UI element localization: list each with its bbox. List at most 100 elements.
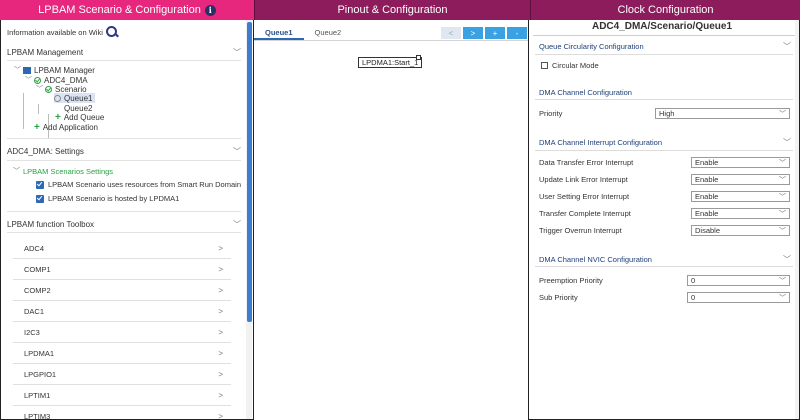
toolbox-item-label: ADC4: [24, 243, 45, 253]
divider: [535, 150, 793, 151]
toolbox-item-lptim1[interactable]: LPTIM1 >: [13, 385, 231, 406]
queue-icon: [54, 94, 61, 102]
tree-item-queue1[interactable]: Queue1: [54, 93, 96, 103]
preemption-priority-label: Preemption Priority: [539, 276, 603, 285]
divider: [7, 211, 241, 212]
tab-queue1[interactable]: Queue1: [254, 26, 304, 40]
chevron-down-icon[interactable]: ﹀: [36, 84, 45, 94]
interrupt-select[interactable]: Enable ﹀: [691, 157, 790, 168]
preemption-priority-select[interactable]: 0 ﹀: [687, 275, 790, 286]
nvic-section-header[interactable]: DMA Channel NVIC Configuration ﹀: [539, 253, 791, 265]
wiki-info-row: Information available on Wiki: [7, 26, 118, 38]
chevron-right-icon: >: [218, 369, 223, 379]
section-title: Queue Circularity Configuration: [539, 41, 644, 51]
chevron-right-icon: >: [218, 411, 223, 420]
chevron-down-icon[interactable]: ﹀: [14, 65, 23, 75]
divider: [7, 160, 241, 161]
plus-icon: +: [34, 121, 40, 133]
toolbox-item-comp2[interactable]: COMP2 >: [13, 280, 231, 301]
toolbox-item-label: LPTIM3: [24, 411, 51, 420]
interrupt-select[interactable]: Enable ﹀: [691, 191, 790, 202]
chevron-down-icon: ﹀: [233, 146, 241, 156]
settings-header[interactable]: ADC4_DMA: Settings ﹀: [7, 144, 241, 158]
chevron-down-icon[interactable]: ﹀: [25, 75, 34, 85]
checkbox-icon[interactable]: [541, 62, 548, 69]
chevron-down-icon: ﹀: [779, 294, 786, 302]
divider: [535, 266, 793, 267]
lpbam-management-header[interactable]: LPBAM Management ﹀: [7, 45, 241, 59]
scrollbar-thumb[interactable]: [247, 22, 252, 322]
circularity-section-header[interactable]: Queue Circularity Configuration ﹀: [539, 40, 791, 52]
channel-section-header[interactable]: DMA Channel Configuration: [539, 86, 791, 98]
node-link-handle-icon[interactable]: [416, 55, 421, 60]
divider: [535, 54, 793, 55]
toolbox-item-lptim3[interactable]: LPTIM3 >: [13, 406, 231, 420]
sub-priority-select[interactable]: 0 ﹀: [687, 292, 790, 303]
toolbox-item-label: LPDMA1: [24, 348, 55, 358]
tree-label: LPBAM Manager: [34, 65, 95, 75]
tree-item-add-application[interactable]: + Add Application: [34, 122, 98, 132]
toolbox-header[interactable]: LPBAM function Toolbox ﹀: [7, 217, 241, 231]
toolbox-item-lpgpio1[interactable]: LPGPIO1 >: [13, 364, 231, 385]
settings-group-toggle[interactable]: ﹀ LPBAM Scenarios Settings: [13, 166, 113, 176]
settings-option[interactable]: LPBAM Scenario uses resources from Smart…: [36, 180, 241, 189]
divider: [7, 232, 241, 233]
divider: [533, 35, 795, 36]
select-value: Enable: [695, 158, 719, 167]
select-value: Enable: [695, 192, 719, 201]
tree-item-lpbam-manager[interactable]: ﹀ LPBAM Manager: [14, 65, 95, 75]
next-button[interactable]: >: [463, 27, 483, 39]
divider: [254, 40, 528, 41]
toolbox-item-label: I2C3: [24, 327, 40, 337]
chevron-down-icon: ﹀: [779, 277, 786, 285]
check-circle-icon: [45, 85, 52, 93]
divider: [7, 60, 241, 61]
config-title: ADC4_DMA/Scenario/Queue1: [591, 21, 733, 32]
interrupt-label: Transfer Complete Interrupt: [539, 209, 631, 218]
section-title: ADC4_DMA: Settings: [7, 146, 84, 156]
divider: [7, 138, 241, 139]
top-tab-bar: LPBAM Scenario & Configuration i Pinout …: [0, 0, 800, 20]
interrupt-select[interactable]: Enable ﹀: [691, 174, 790, 185]
toolbox-item-adc4[interactable]: ADC4 >: [13, 238, 231, 259]
chevron-right-icon: >: [218, 264, 223, 274]
settings-option-label: LPBAM Scenario uses resources from Smart…: [48, 180, 241, 189]
section-title: DMA Channel Interrupt Configuration: [539, 137, 662, 147]
interrupt-select[interactable]: Disable ﹀: [691, 225, 790, 236]
queue-canvas-panel: Queue1 Queue2 < > + - LPDMA1:Start_1: [254, 20, 528, 420]
toolbox-item-lpdma1[interactable]: LPDMA1 >: [13, 343, 231, 364]
interrupt-section-header[interactable]: DMA Channel Interrupt Configuration ﹀: [539, 136, 791, 148]
scrollbar-track[interactable]: [795, 20, 799, 419]
select-value: 0: [691, 276, 696, 285]
chevron-down-icon: ﹀: [779, 110, 786, 118]
tab-pinout-configuration[interactable]: Pinout & Configuration: [254, 0, 530, 20]
queue-tabs: Queue1 Queue2: [254, 26, 352, 40]
toolbox-item-dac1[interactable]: DAC1 >: [13, 301, 231, 322]
circular-mode-checkbox[interactable]: Circular Mode: [541, 61, 599, 70]
settings-option[interactable]: LPBAM Scenario is hosted by LPDMA1: [36, 194, 179, 203]
sub-priority-label: Sub Priority: [539, 293, 578, 302]
tab-queue2[interactable]: Queue2: [304, 26, 353, 40]
section-title: DMA Channel Configuration: [539, 87, 632, 97]
previous-button[interactable]: <: [441, 27, 461, 39]
tab-clock-configuration[interactable]: Clock Configuration: [530, 0, 800, 20]
info-icon[interactable]: i: [204, 4, 216, 16]
checkbox-checked-icon[interactable]: [36, 180, 44, 189]
toolbox-item-comp1[interactable]: COMP1 >: [13, 259, 231, 280]
priority-select[interactable]: High ﹀: [655, 108, 790, 119]
tab-label: Clock Configuration: [617, 4, 714, 16]
checkbox-checked-icon[interactable]: [36, 194, 44, 203]
chevron-down-icon: ﹀: [783, 254, 791, 264]
zoom-out-button[interactable]: -: [507, 27, 527, 39]
checkbox-label: Circular Mode: [552, 61, 599, 70]
search-icon[interactable]: [105, 26, 118, 38]
toolbox-item-i2c3[interactable]: I2C3 >: [13, 322, 231, 343]
tree-item-add-queue[interactable]: + Add Queue: [55, 112, 104, 122]
tree-label: Add Queue: [63, 112, 105, 122]
tab-label: Pinout & Configuration: [337, 4, 448, 16]
interrupt-label: Update Link Error Interrupt: [539, 175, 628, 184]
interrupt-select[interactable]: Enable ﹀: [691, 208, 790, 219]
lpdma-start-node[interactable]: LPDMA1:Start_1: [358, 57, 423, 68]
zoom-in-button[interactable]: +: [485, 27, 505, 39]
tab-lpbam-scenario-configuration[interactable]: LPBAM Scenario & Configuration i: [0, 0, 254, 20]
